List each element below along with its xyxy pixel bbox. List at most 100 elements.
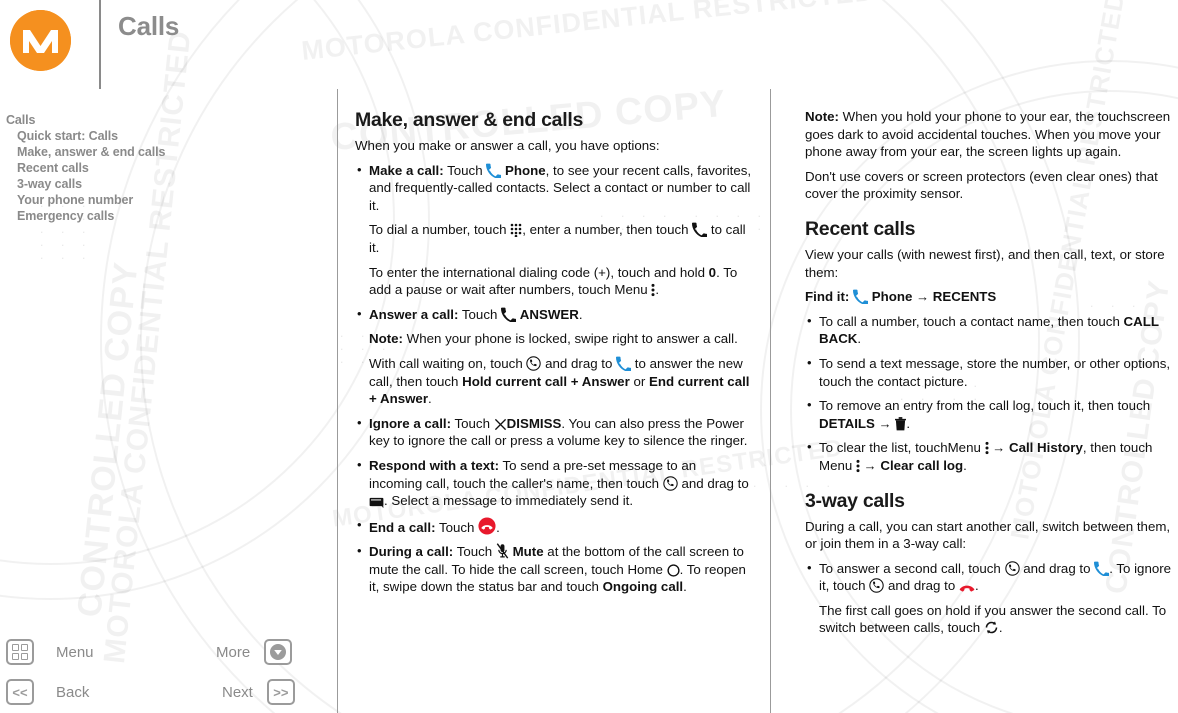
text: When your phone is locked, swipe right t… xyxy=(402,331,738,347)
note-locked-phone: Note: When your phone is locked, swipe r… xyxy=(355,330,753,348)
motorola-logo-icon xyxy=(10,10,71,71)
toc-item-your-phone-number[interactable]: Your phone number xyxy=(6,192,306,208)
list-item-make-a-call: Make a call: Touch Phone, to see your re… xyxy=(355,161,753,299)
more-button-label: More xyxy=(216,643,251,661)
toc-item-calls[interactable]: Calls xyxy=(6,112,306,128)
home-button-icon xyxy=(667,564,680,577)
three-way-list: To answer a second call, touch and drag … xyxy=(805,559,1173,595)
phone-icon xyxy=(501,307,517,322)
incoming-call-circle-icon xyxy=(869,578,884,593)
text: To call a number, touch a contact name, … xyxy=(819,313,1124,329)
toc-item-recent-calls[interactable]: Recent calls xyxy=(6,160,306,176)
term-ignore-a-call: Ignore a call: xyxy=(369,415,452,431)
mute-microphone-icon xyxy=(496,543,509,559)
term-end-a-call: End a call: xyxy=(369,519,436,535)
incoming-call-circle-icon xyxy=(526,356,542,371)
list-item-during-a-call: During a call: Touch Mute at the bottom … xyxy=(355,542,753,596)
international-code-paragraph: To enter the international dialing code … xyxy=(369,264,753,299)
list-item-call-back: To call a number, touch a contact name, … xyxy=(805,312,1173,348)
text: . xyxy=(998,620,1003,636)
list-item-remove-entry: To remove an entry from the call log, to… xyxy=(805,396,1173,432)
header-divider xyxy=(99,0,101,89)
bold-details: DETAILS xyxy=(819,415,875,431)
text: and drag to xyxy=(884,578,959,594)
section-heading-make-answer-end: Make, answer & end calls xyxy=(355,109,583,131)
text: , enter a number, then touch xyxy=(522,222,693,238)
double-right-chevron-icon[interactable]: >> xyxy=(266,679,295,705)
text: . xyxy=(963,457,967,473)
double-left-chevron-icon[interactable]: << xyxy=(6,679,34,705)
toc-item-3-way-calls[interactable]: 3-way calls xyxy=(6,176,306,192)
text: Touch xyxy=(451,415,494,431)
text: . xyxy=(428,391,432,407)
back-button[interactable]: << Back xyxy=(6,679,89,705)
bold-phone: Phone xyxy=(505,162,546,178)
down-triangle-icon[interactable] xyxy=(264,639,293,665)
text: Touch xyxy=(443,162,487,178)
recent-calls-list: To call a number, touch a contact name, … xyxy=(805,312,1173,475)
list-item-send-text: To send a text message, store the number… xyxy=(805,354,1173,390)
watermark-text: MOTOROLA CONFIDENTIAL RESTRICTED xyxy=(299,0,876,67)
toc-item-make-answer-end[interactable]: Make, answer & end calls xyxy=(6,144,306,160)
find-it-label: Find it: xyxy=(805,289,850,305)
dial-number-paragraph: To dial a number, touch , enter a number… xyxy=(369,221,753,256)
bold-clear-call-log: Clear call log xyxy=(880,457,964,473)
arrow-icon: → xyxy=(916,289,930,305)
middle-column: Make, answer & end calls When you make o… xyxy=(355,108,753,603)
list-item-answer-second-call: To answer a second call, touch and drag … xyxy=(805,559,1173,595)
text: . xyxy=(906,415,911,431)
bold-answer: ANSWER xyxy=(519,306,579,322)
term-make-a-call: Make a call: xyxy=(369,162,444,178)
back-button-label: Back xyxy=(56,683,90,701)
dialpad-icon xyxy=(510,223,522,238)
arrow-icon: → xyxy=(992,440,1006,456)
note-label: Note: xyxy=(369,331,403,347)
text: . xyxy=(974,578,979,594)
text: Touch xyxy=(453,544,496,560)
term-respond-with-a-text: Respond with a text: xyxy=(369,457,500,473)
bold-dismiss: DISMISS xyxy=(506,415,562,431)
menu-button[interactable]: Menu xyxy=(6,639,94,665)
text: To dial a number, touch xyxy=(369,222,511,238)
message-icon xyxy=(369,497,384,509)
list-item-answer-a-call: Answer a call: Touch ANSWER. xyxy=(355,305,753,324)
text: With call waiting on, touch xyxy=(369,355,527,371)
find-it-phone: Phone xyxy=(871,289,913,305)
text: . xyxy=(683,579,687,595)
toc-item-emergency-calls[interactable]: Emergency calls xyxy=(6,208,306,224)
right-column: Note: When you hold your phone to your e… xyxy=(805,108,1173,644)
term-answer-a-call: Answer a call: xyxy=(369,306,459,322)
text: . xyxy=(578,306,583,322)
call-waiting-paragraph: With call waiting on, touch and drag to … xyxy=(355,355,753,408)
user-guide-page: MOTOROLA CONFIDENTIAL RESTRICTED CONTROL… xyxy=(0,0,1178,713)
toc-item-quick-start-calls[interactable]: Quick start: Calls xyxy=(6,128,306,144)
text: and drag to xyxy=(541,355,617,371)
bold-call-history: Call History xyxy=(1008,440,1083,456)
text: Touch xyxy=(458,306,502,322)
bold-ongoing-call: Ongoing call xyxy=(602,579,684,595)
overflow-menu-icon xyxy=(856,459,860,473)
swap-calls-icon xyxy=(984,620,999,635)
decline-call-icon xyxy=(959,583,975,593)
phone-icon xyxy=(486,163,502,178)
text: To remove an entry from the call log, to… xyxy=(819,398,1151,414)
key-zero: 0 xyxy=(708,264,717,280)
switch-calls-paragraph: The first call goes on hold if you answe… xyxy=(805,602,1173,637)
more-button[interactable]: More xyxy=(216,639,293,665)
text: and drag to xyxy=(1019,560,1095,576)
text: . xyxy=(496,519,500,535)
next-button[interactable]: Next >> xyxy=(222,679,295,705)
trash-icon xyxy=(895,416,907,431)
overflow-menu-icon xyxy=(985,441,989,455)
incoming-call-circle-icon xyxy=(663,475,678,491)
text: Touch xyxy=(435,519,479,535)
next-button-label: Next xyxy=(222,683,253,701)
phone-icon xyxy=(692,222,708,238)
text: To clear the list, touchMenu xyxy=(819,440,985,456)
grid-menu-icon[interactable] xyxy=(6,639,34,665)
column-divider-left xyxy=(337,89,338,713)
section-heading-recent-calls: Recent calls xyxy=(805,217,916,240)
list-item-ignore-a-call: Ignore a call: Touch DISMISS. You can al… xyxy=(355,414,753,450)
text: . xyxy=(857,331,862,347)
text: or xyxy=(629,373,649,389)
